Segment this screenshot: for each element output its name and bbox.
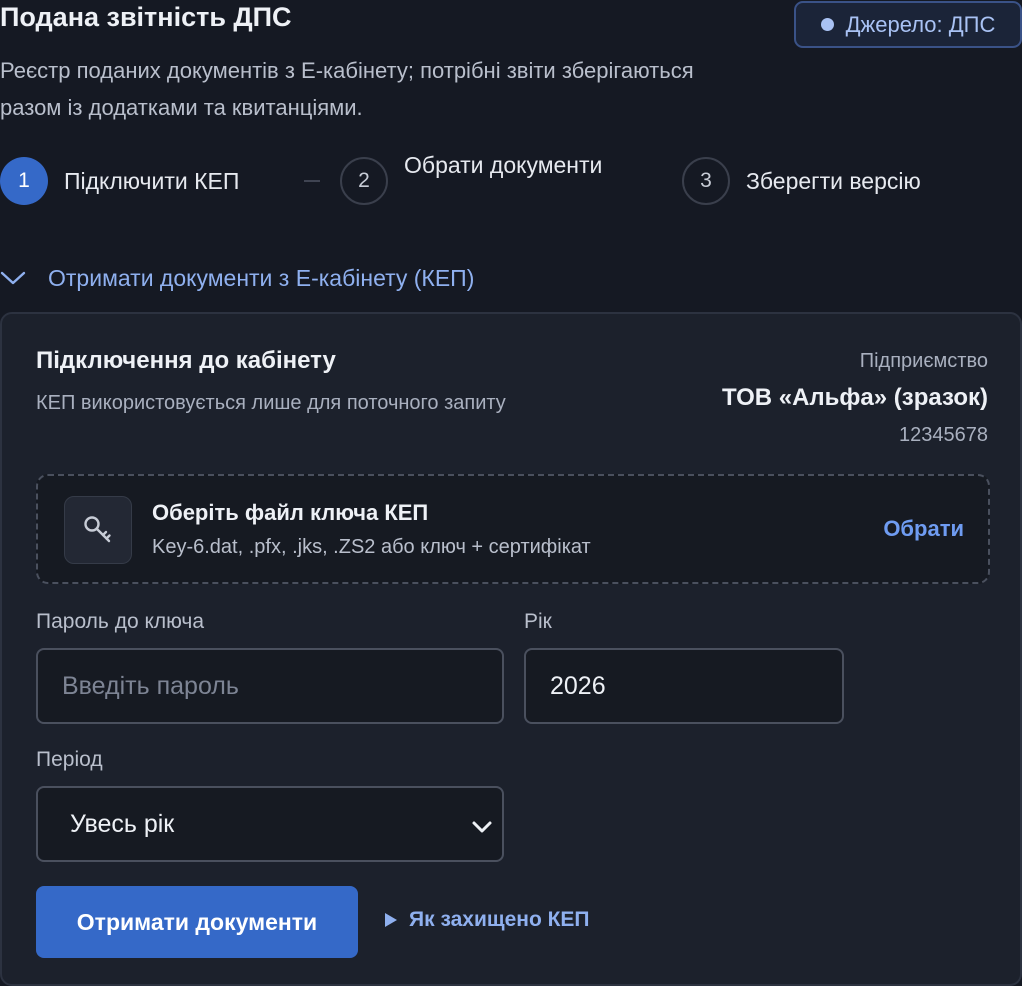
disclosure-triangle-icon: [385, 913, 397, 927]
kep-security-link[interactable]: Як захищено КЕП: [385, 908, 590, 932]
step-2-label: Обрати документи: [404, 152, 603, 178]
status-dot-icon: [820, 18, 834, 31]
key-file-dropzone[interactable]: Оберіть файл ключа КЕП Key-6.dat, .pfx, …: [36, 474, 990, 584]
source-badge: Джерело: ДПС: [794, 1, 1022, 48]
key-icon: [64, 496, 132, 564]
accordion-toggle[interactable]: Отримати документи з Е-кабінету (КЕП): [0, 258, 474, 298]
kep-security-link-label: Як захищено КЕП: [409, 908, 590, 931]
connection-card: Підключення до кабінету КЕП використовує…: [0, 312, 1022, 986]
stepper: 1 Підключити КЕП 2 Обрати документи 3 Зб…: [0, 150, 1022, 216]
password-input[interactable]: [36, 648, 504, 724]
year-input[interactable]: [524, 648, 844, 724]
source-badge-label: Джерело: ДПС: [845, 11, 996, 37]
year-label: Рік: [524, 610, 552, 633]
connection-title: Підключення до кабінету: [36, 347, 336, 374]
period-label: Період: [36, 748, 103, 771]
period-select[interactable]: Увесь рік: [36, 786, 504, 862]
step-1-label: Підключити КЕП: [64, 168, 240, 194]
step-1-number[interactable]: 1: [0, 157, 48, 205]
step-3-label: Зберегти версію: [746, 168, 921, 194]
org-label: Підприємство: [859, 350, 988, 372]
choose-file-button[interactable]: Обрати: [883, 516, 964, 542]
key-file-title: Оберіть файл ключа КЕП: [152, 500, 429, 525]
step-separator: [304, 180, 320, 182]
connection-subtitle: КЕП використовується лише для поточного …: [36, 392, 506, 414]
get-documents-button[interactable]: Отримати документи: [36, 886, 358, 958]
password-label: Пароль до ключа: [36, 610, 205, 633]
page: Подана звітність ДПС Джерело: ДПС Реєстр…: [0, 0, 1022, 986]
org-name: ТОВ «Альфа» (зразок): [722, 384, 988, 411]
chevron-down-icon: [0, 270, 26, 286]
accordion-title: Отримати документи з Е-кабінету (КЕП): [48, 264, 475, 291]
step-3-number[interactable]: 3: [682, 157, 730, 205]
org-code: 12345678: [899, 424, 988, 446]
period-selected-value: Увесь рік: [70, 809, 175, 838]
key-file-hint: Key-6.dat, .pfx, .jks, .ZS2 або ключ + с…: [152, 536, 591, 558]
page-title: Подана звітність ДПС: [0, 2, 292, 32]
chevron-down-icon: [470, 814, 494, 843]
page-subtitle: Реєстр поданих документів з Е-кабінету; …: [0, 58, 694, 120]
step-2-number[interactable]: 2: [340, 157, 388, 205]
